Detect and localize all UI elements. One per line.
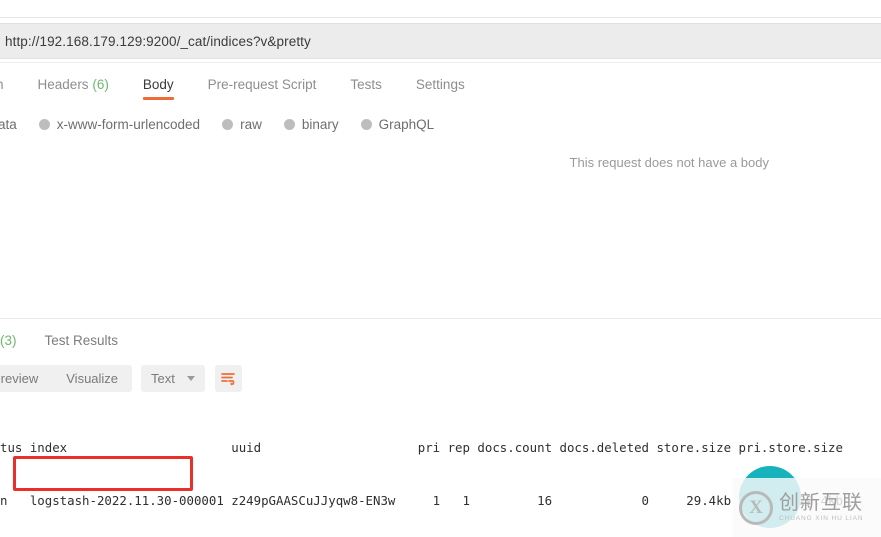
response-tabs: ders (3) Test Results: [0, 328, 881, 352]
tab-authorization[interactable]: rization: [0, 77, 4, 100]
chevron-down-icon: [187, 376, 195, 381]
watermark: X 创新互联 CHUANG XIN HU LIAN: [733, 478, 881, 537]
table-header-row: tus index uuid pri rep docs.count docs.d…: [0, 439, 881, 457]
tab-settings-label: Settings: [416, 77, 465, 92]
view-mode-preview[interactable]: Preview: [0, 365, 52, 392]
response-toolbar: Preview Visualize Text: [0, 365, 242, 392]
tab-tests[interactable]: Tests: [350, 77, 382, 100]
response-view-mode-group: Preview Visualize: [0, 365, 132, 392]
word-wrap-icon: [220, 371, 236, 386]
tab-authorization-label: rization: [0, 77, 4, 92]
watermark-text: 创新互联 CHUANG XIN HU LIAN: [779, 493, 863, 523]
tab-settings[interactable]: Settings: [416, 77, 465, 100]
radio-icon: [39, 119, 50, 130]
tab-pre-request-script[interactable]: Pre-request Script: [208, 77, 317, 100]
view-mode-visualize[interactable]: Visualize: [52, 365, 132, 392]
response-tab-headers[interactable]: ders (3): [0, 333, 17, 348]
body-type-radio-group: -data x-www-form-urlencoded raw binary G…: [0, 112, 881, 136]
radio-icon: [222, 119, 233, 130]
response-tab-headers-count: (3): [0, 333, 17, 348]
body-type-form-data[interactable]: -data: [0, 117, 17, 132]
tab-headers[interactable]: Headers (6): [38, 77, 109, 100]
body-type-binary[interactable]: binary: [284, 117, 339, 132]
body-type-form-data-label: -data: [0, 117, 17, 132]
response-format-dropdown[interactable]: Text: [141, 365, 205, 392]
body-type-raw-label: raw: [240, 117, 262, 132]
request-url-input[interactable]: http://192.168.179.129:9200/_cat/indices…: [0, 23, 881, 59]
body-type-graphql[interactable]: GraphQL: [361, 117, 435, 132]
word-wrap-button[interactable]: [215, 365, 242, 392]
response-tab-test-results-label: Test Results: [45, 333, 119, 348]
body-type-raw[interactable]: raw: [222, 117, 262, 132]
response-tab-test-results[interactable]: Test Results: [45, 333, 119, 348]
radio-icon: [361, 119, 372, 130]
postman-window: http://192.168.179.129:9200/_cat/indices…: [0, 0, 881, 537]
tab-headers-label: Headers: [38, 77, 89, 92]
tab-tests-label: Tests: [350, 77, 382, 92]
tab-pre-request-script-label: Pre-request Script: [208, 77, 317, 92]
tab-body-active-underline: [143, 97, 174, 100]
watermark-pinyin: CHUANG XIN HU LIAN: [779, 516, 863, 523]
radio-icon: [284, 119, 295, 130]
request-tabs: rization Headers (6) Body Pre-request Sc…: [0, 72, 881, 104]
url-bar-row: http://192.168.179.129:9200/_cat/indices…: [0, 17, 881, 62]
tab-headers-count: (6): [92, 77, 109, 92]
body-type-binary-label: binary: [302, 117, 339, 132]
response-section-divider: [0, 318, 881, 319]
response-format-value: Text: [151, 371, 175, 386]
tab-body[interactable]: Body: [143, 77, 174, 100]
watermark-logo-icon: X: [739, 491, 773, 525]
wrap-arrow-head: [230, 382, 232, 385]
url-bar-divider: [0, 62, 881, 63]
body-type-graphql-label: GraphQL: [379, 117, 435, 132]
watermark-chinese: 创新互联: [779, 493, 863, 514]
body-type-urlencoded[interactable]: x-www-form-urlencoded: [39, 117, 200, 132]
body-type-urlencoded-label: x-www-form-urlencoded: [57, 117, 200, 132]
tab-body-label: Body: [143, 77, 174, 92]
empty-body-message: This request does not have a body: [0, 155, 881, 170]
